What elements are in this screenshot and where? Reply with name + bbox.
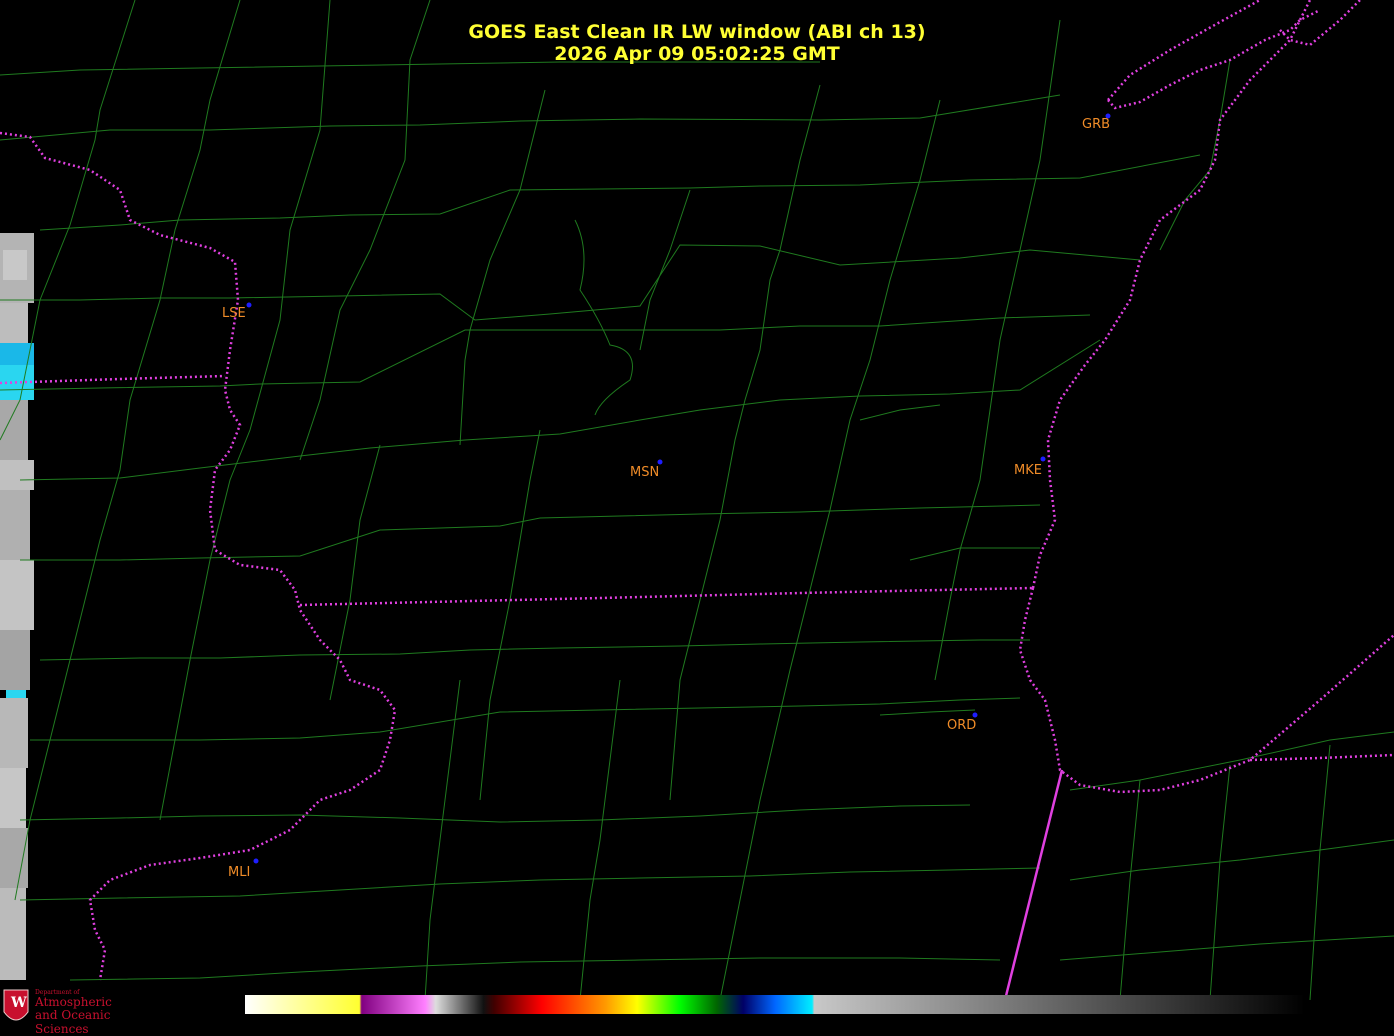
station-label-ord: ORD — [947, 718, 977, 733]
logo-badge-letter: W — [11, 995, 27, 1011]
aos-logo: W Department of Atmospheric and Oceanic … — [0, 984, 160, 1036]
color-bar — [245, 995, 1305, 1014]
station-label-mli: MLI — [228, 865, 251, 880]
map-title: GOES East Clean IR LW window (ABI ch 13) — [468, 21, 926, 43]
map-timestamp: 2026 Apr 09 05:02:25 GMT — [554, 43, 840, 65]
station-label-lse: LSE — [222, 306, 246, 321]
satellite-map — [0, 0, 1394, 1030]
logo-line-2: and Oceanic Sciences — [35, 1008, 111, 1036]
logo-line-1: Atmospheric — [35, 995, 112, 1009]
station-label-msn: MSN — [630, 465, 660, 480]
station-label-grb: GRB — [1082, 117, 1111, 132]
station-label-mke: MKE — [1014, 463, 1042, 478]
